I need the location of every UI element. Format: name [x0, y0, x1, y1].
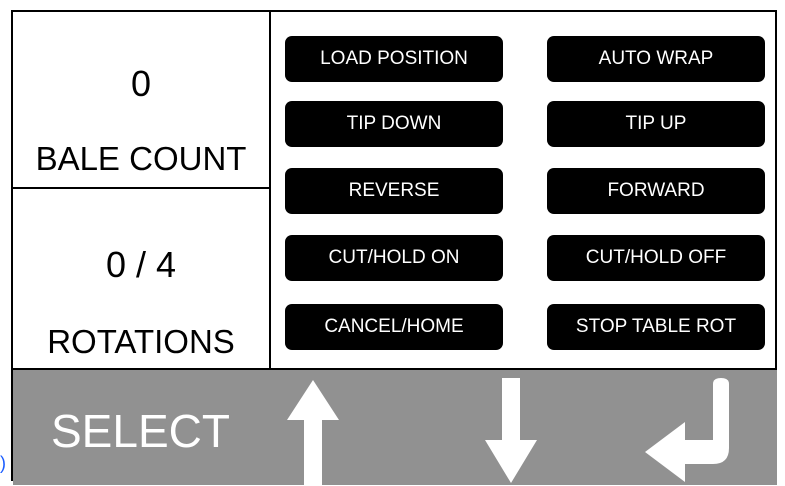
rotations-box: 0 / 4 ROTATIONS — [13, 189, 269, 368]
forward-button[interactable]: FORWARD — [547, 168, 765, 214]
auto-wrap-button[interactable]: AUTO WRAP — [547, 36, 765, 82]
navigation-bar: SELECT — [13, 368, 777, 486]
bale-count-box: 0 BALE COUNT — [13, 12, 269, 189]
arrow-up-icon[interactable] — [285, 378, 341, 486]
arrow-down-icon[interactable] — [483, 378, 539, 486]
load-position-button[interactable]: LOAD POSITION — [285, 36, 503, 82]
enter-icon[interactable] — [641, 378, 741, 486]
cancel-home-button[interactable]: CANCEL/HOME — [285, 304, 503, 350]
edge-glyph: ) — [0, 453, 6, 473]
bale-count-value: 0 — [130, 63, 152, 104]
rotations-value: 0 / 4 — [105, 244, 177, 285]
tip-up-button[interactable]: TIP UP — [547, 101, 765, 147]
stop-table-rot-button[interactable]: STOP TABLE ROT — [547, 304, 765, 350]
cut-hold-off-button[interactable]: CUT/HOLD OFF — [547, 235, 765, 281]
rotations-label: ROTATIONS — [47, 323, 235, 360]
select-label[interactable]: SELECT — [51, 405, 230, 457]
counters-panel: 0 BALE COUNT 0 / 4 ROTATIONS — [13, 12, 271, 368]
bale-count-label: BALE COUNT — [35, 140, 247, 177]
control-screen: 0 BALE COUNT 0 / 4 ROTATIONS LOAD POSITI… — [11, 10, 777, 486]
cut-hold-on-button[interactable]: CUT/HOLD ON — [285, 235, 503, 281]
reverse-button[interactable]: REVERSE — [285, 168, 503, 214]
tip-down-button[interactable]: TIP DOWN — [285, 101, 503, 147]
